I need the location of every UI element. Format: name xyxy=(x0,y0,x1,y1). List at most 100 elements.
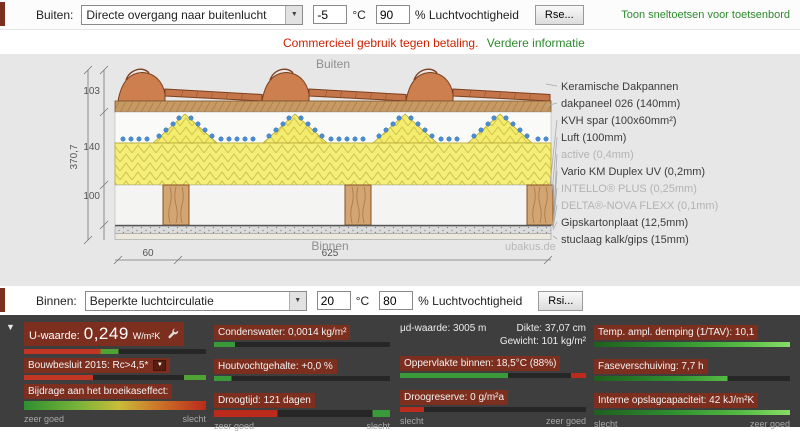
results-column-moisture: Condenswater: 0,0014 kg/m² Houtvochtgeha… xyxy=(214,322,390,431)
layer-label-luft[interactable]: Luft (100mm) xyxy=(561,132,626,144)
rating-scale: slecht zeer goed xyxy=(594,419,790,429)
license-notice: Commercieel gebruik tegen betaling. Verd… xyxy=(0,31,800,54)
layer-label-keramische-dakpannen[interactable]: Keramische Dakpannen xyxy=(561,81,678,93)
layer-label-dakpaneel[interactable]: dakpaneel 026 (140mm) xyxy=(561,98,680,110)
layer-label-active[interactable]: active (0,4mm) xyxy=(561,149,634,161)
wrench-icon[interactable] xyxy=(167,328,179,340)
scale-right-label: slecht xyxy=(366,421,390,431)
opslagcapaciteit-bar xyxy=(594,410,790,415)
mu-d-value: μd-waarde: 3005 m xyxy=(400,323,487,334)
outside-label: Buiten xyxy=(316,57,350,71)
bouwbesluit-label: Bouwbesluit 2015: Rc>4,5* ▼ xyxy=(24,358,171,373)
condenswater-bar xyxy=(214,342,390,347)
binnen-label: Binnen: xyxy=(36,293,77,308)
opslagcapaciteit-label: Interne opslagcapaciteit: 42 kJ/m²K xyxy=(594,393,759,408)
scale-right-label: slecht xyxy=(182,414,206,424)
construction-summary: μd-waarde: 3005 m Dikte: 37,07 cm Gewich… xyxy=(400,322,586,348)
faseverschuiving-bar xyxy=(594,376,790,381)
inside-temp-unit: °C xyxy=(355,293,370,308)
results-column-uvalue: U-waarde: 0,249 W/m²K Bouwbesluit 2015: … xyxy=(24,322,206,424)
chevron-down-icon: ▼ xyxy=(285,5,303,24)
oppervlakte-label: Oppervlakte binnen: 18,5°C (88%) xyxy=(400,356,561,371)
scale-right-label: zeer goed xyxy=(545,416,586,426)
dim-middle: 140 xyxy=(83,142,100,153)
dim-post-width: 60 xyxy=(142,248,154,259)
watermark: ubakus.de xyxy=(505,241,556,253)
rating-scale: slecht zeer goed xyxy=(400,416,586,426)
u-value-rating-bar xyxy=(24,349,206,354)
collapse-results-icon[interactable]: ▼ xyxy=(6,322,15,332)
houtvochtgehalte-label: Houtvochtgehalte: +0,0 % xyxy=(214,359,337,374)
droogtijd-bar xyxy=(214,410,390,417)
scale-right-label: zeer goed xyxy=(749,419,790,429)
layer-label-stuclaag[interactable]: stuclaag kalk/gips (15mm) xyxy=(561,234,689,246)
insulation-core-layer[interactable] xyxy=(114,142,552,186)
rating-scale: zeer goed slecht xyxy=(214,421,390,431)
commercial-use-text: Commercieel gebruik tegen betaling. xyxy=(283,36,479,50)
rating-scale: zeer goed slecht xyxy=(24,414,206,424)
droogreserve-bar xyxy=(400,407,586,412)
rsi-button[interactable]: Rsi... xyxy=(538,290,584,311)
scale-left-label: zeer goed xyxy=(214,421,255,431)
bouwbesluit-dropdown-icon[interactable]: ▼ xyxy=(153,360,167,371)
layer-label-intello-plus[interactable]: INTELLO® PLUS (0,25mm) xyxy=(561,183,697,195)
layer-label-vario-km-duplex[interactable]: Vario KM Duplex UV (0,2mm) xyxy=(561,166,705,178)
demping-bar xyxy=(594,342,790,347)
panel-edge-accent xyxy=(0,288,5,312)
bouwbesluit-text: Bouwbesluit 2015: Rc>4,5* xyxy=(28,360,149,371)
chevron-down-icon: ▼ xyxy=(288,291,306,310)
inside-humidity-unit: % Luchtvochtigheid xyxy=(418,293,523,308)
outside-temp-input[interactable] xyxy=(313,5,348,24)
u-value-unit: W/m²K xyxy=(132,331,161,341)
construction-drawing-area: Buiten 103 140 100 370,7 60 625 Keramisc… xyxy=(0,54,800,286)
outside-humidity-input[interactable] xyxy=(375,5,410,24)
scale-left-label: slecht xyxy=(400,416,424,426)
more-info-link[interactable]: Verdere informatie xyxy=(487,36,585,50)
outside-conditions-bar: Buiten: Directe overgang naar buitenluch… xyxy=(0,0,800,30)
shortcuts-link[interactable]: Toon sneltoetsen voor toetsenbord xyxy=(621,9,790,21)
dim-total: 370,7 xyxy=(69,144,80,169)
bouwbesluit-rating-bar xyxy=(24,375,206,380)
dim-top: 103 xyxy=(83,86,100,97)
results-column-thermal: Temp. ampl. demping (1/TAV): 10,1 Faseve… xyxy=(594,322,790,429)
inside-label: Binnen xyxy=(311,239,348,253)
binnen-select-value: Beperkte luchtcirculatie xyxy=(89,293,214,308)
broeikas-label: Bijdrage aan het broeikaseffect: xyxy=(24,384,173,399)
buiten-select-value: Directe overgang naar buitenlucht xyxy=(86,7,267,22)
faseverschuiving-label: Faseverschuiving: 7,7 h xyxy=(594,359,708,374)
scale-left-label: slecht xyxy=(594,419,618,429)
dikte-value: Dikte: 37,07 cm xyxy=(516,323,586,334)
oppervlakte-bar xyxy=(400,373,586,378)
demping-label: Temp. ampl. demping (1/TAV): 10,1 xyxy=(594,325,759,340)
scale-left-label: zeer goed xyxy=(24,414,65,424)
inside-humidity-input[interactable] xyxy=(379,291,414,310)
roof-tiles-layer[interactable] xyxy=(117,68,551,102)
droogtijd-label: Droogtijd: 121 dagen xyxy=(214,393,315,408)
dim-bottom: 100 xyxy=(83,191,100,202)
inside-conditions-bar: Binnen: Beperkte luchtcirculatie ▼ °C % … xyxy=(0,286,800,315)
buiten-label: Buiten: xyxy=(36,7,74,22)
layer-label-kvh-spar[interactable]: KVH spar (100x60mm²) xyxy=(561,115,677,127)
houtvochtgehalte-bar xyxy=(214,376,390,381)
rse-button[interactable]: Rse... xyxy=(534,4,584,25)
binnen-select[interactable]: Beperkte luchtcirculatie ▼ xyxy=(84,290,307,311)
buiten-select[interactable]: Directe overgang naar buitenlucht ▼ xyxy=(81,4,304,25)
construction-drawing: Buiten 103 140 100 370,7 60 625 Keramisc… xyxy=(69,57,718,265)
u-value-label: U-waarde: xyxy=(29,330,80,342)
u-value-box: U-waarde: 0,249 W/m²K xyxy=(24,322,185,346)
panel-edge-accent xyxy=(0,2,5,26)
condenswater-label: Condenswater: 0,0014 kg/m² xyxy=(214,325,351,340)
layer-label-delta-nova-flexx[interactable]: DELTA®-NOVA FLEXX (0,1mm) xyxy=(561,200,718,212)
inside-temp-input[interactable] xyxy=(316,291,351,310)
layer-label-gipskartonplaat[interactable]: Gipskartonplaat (12,5mm) xyxy=(561,217,688,229)
u-value: 0,249 xyxy=(83,324,129,343)
outside-humidity-unit: % Luchtvochtigheid xyxy=(414,7,519,22)
dakpaneel-skin-layer[interactable] xyxy=(114,100,552,113)
droogreserve-label: Droogreserve: 0 g/m²a xyxy=(400,390,509,405)
results-panel: ▼ U-waarde: 0,249 W/m²K Bouwbesluit 2015… xyxy=(0,315,800,431)
outside-temp-unit: °C xyxy=(352,7,366,22)
plasterboard-layer[interactable] xyxy=(114,226,552,234)
broeikas-rating-bar xyxy=(24,401,206,410)
results-column-surface: μd-waarde: 3005 m Dikte: 37,07 cm Gewich… xyxy=(400,322,586,426)
gewicht-value: Gewicht: 101 kg/m² xyxy=(499,336,586,347)
